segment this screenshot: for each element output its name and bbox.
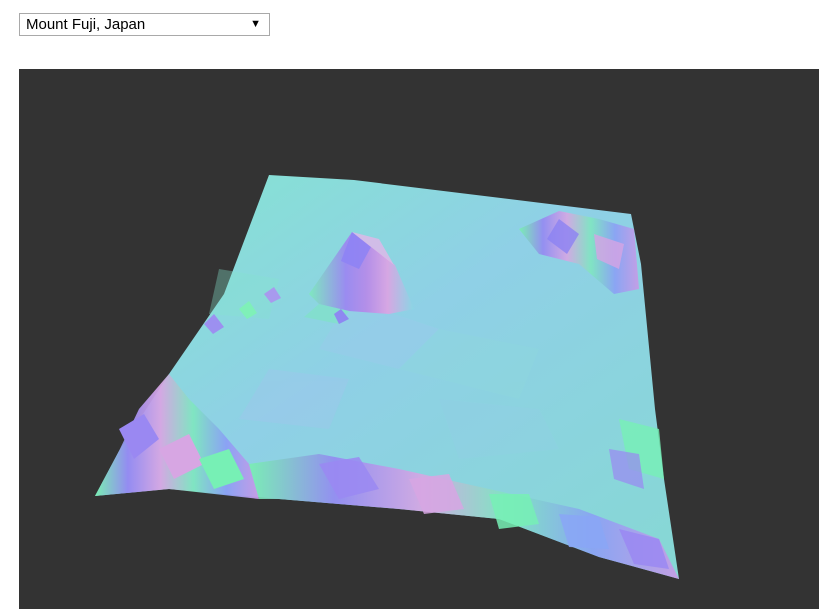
- terrain-render[interactable]: [19, 69, 819, 609]
- location-select[interactable]: Mount Fuji, Japan ▼: [19, 13, 270, 36]
- terrain-3d-viewport[interactable]: [19, 69, 819, 609]
- location-select-value: Mount Fuji, Japan: [26, 16, 146, 33]
- triangle-down-icon: ▼: [250, 18, 261, 30]
